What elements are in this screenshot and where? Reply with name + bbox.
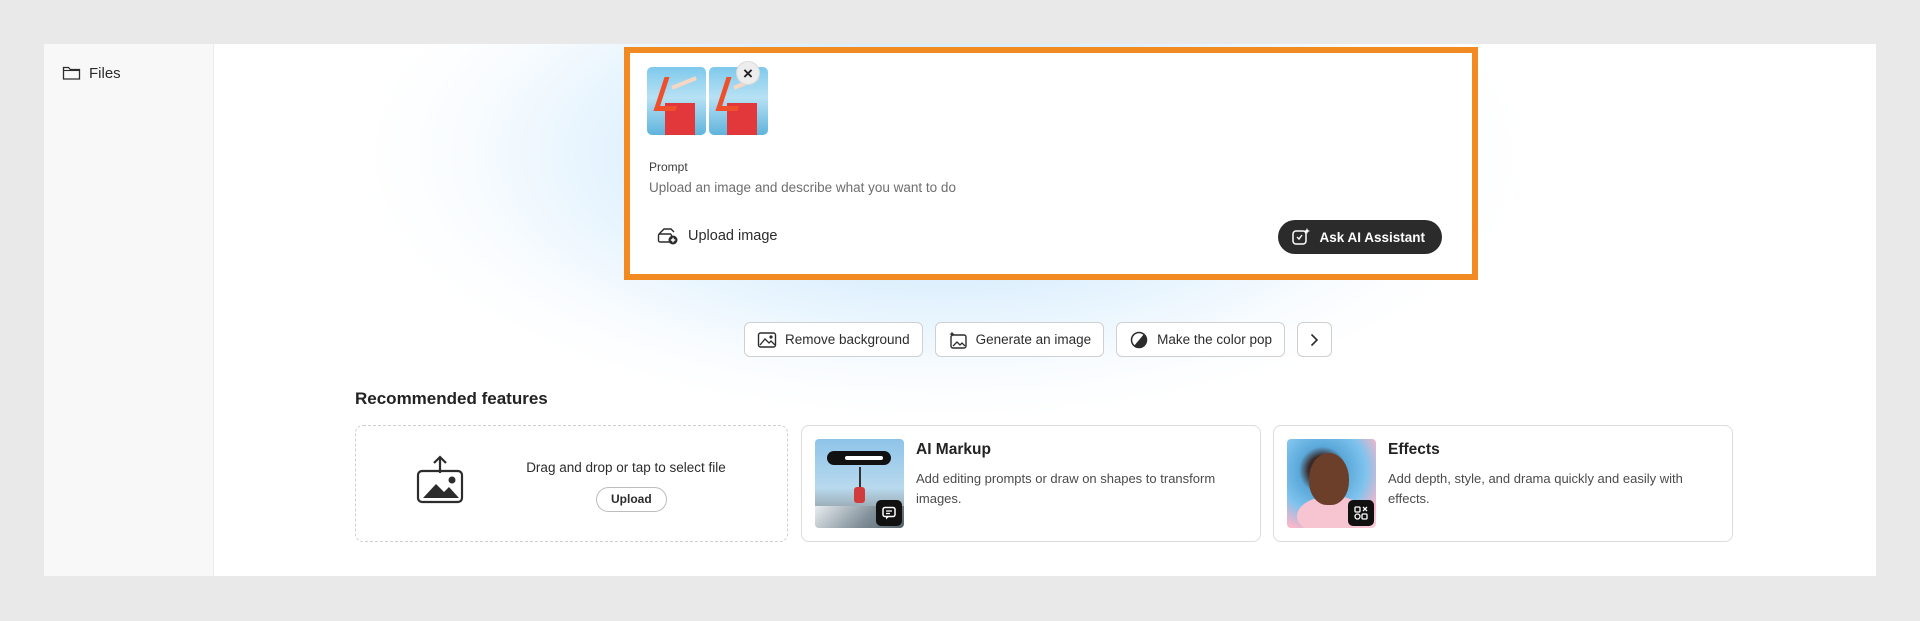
dropzone-text: Drag and drop or tap to select file bbox=[526, 460, 726, 475]
color-pop-icon bbox=[1130, 331, 1148, 348]
feature-card-effects[interactable]: Effects Add depth, style, and drama quic… bbox=[1273, 425, 1733, 542]
prompt-label: Prompt bbox=[649, 160, 688, 174]
effects-icon bbox=[1348, 500, 1374, 526]
feature-title: AI Markup bbox=[916, 441, 991, 458]
effects-image bbox=[1287, 439, 1376, 528]
ask-ai-assistant-button[interactable]: Ask AI Assistant bbox=[1278, 220, 1442, 254]
app-window: Files × Prompt Upload an image and descr… bbox=[44, 44, 1876, 576]
recommended-features-title: Recommended features bbox=[355, 389, 548, 408]
remove-background-chip[interactable]: Remove background bbox=[744, 322, 923, 357]
folder-icon bbox=[62, 66, 81, 80]
upload-button[interactable]: Upload bbox=[596, 487, 667, 512]
upload-image-label: Upload image bbox=[688, 228, 778, 244]
feature-description: Add depth, style, and drama quickly and … bbox=[1388, 471, 1683, 506]
chip-label: Generate an image bbox=[975, 332, 1092, 347]
sidebar-item-label: Files bbox=[89, 64, 121, 82]
sidebar-item-files[interactable]: Files bbox=[62, 62, 213, 84]
next-actions-button[interactable] bbox=[1296, 322, 1332, 357]
main-content: × Prompt Upload image Ask AI Assistan bbox=[214, 44, 1876, 576]
generate-image-icon bbox=[948, 331, 967, 349]
sidebar: Files bbox=[44, 44, 214, 576]
chip-label: Remove background bbox=[785, 332, 910, 347]
remove-background-icon bbox=[757, 331, 777, 348]
prompt-input[interactable] bbox=[649, 177, 1349, 197]
close-icon[interactable]: × bbox=[736, 61, 760, 85]
generate-image-chip[interactable]: Generate an image bbox=[934, 322, 1105, 357]
prompt-card: × Prompt Upload image Ask AI Assistan bbox=[624, 47, 1478, 280]
chip-label: Make the color pop bbox=[1157, 332, 1272, 347]
feature-title: Effects bbox=[1388, 441, 1440, 458]
feature-card-ai-markup[interactable]: AI Markup Add editing prompts or draw on… bbox=[801, 425, 1261, 542]
upload-file-icon bbox=[416, 455, 464, 504]
feature-description: Add editing prompts or draw on shapes to… bbox=[916, 471, 1216, 506]
upload-image-button[interactable]: Upload image bbox=[657, 226, 777, 246]
comment-icon bbox=[876, 500, 902, 526]
ai-markup-image bbox=[815, 439, 904, 528]
image-thumbnail[interactable] bbox=[647, 67, 706, 135]
file-dropzone[interactable]: Drag and drop or tap to select file Uplo… bbox=[355, 425, 788, 542]
quick-actions: Remove background Generate an image Make… bbox=[744, 322, 1332, 357]
ai-assistant-icon bbox=[1292, 228, 1311, 245]
ask-ai-assistant-label: Ask AI Assistant bbox=[1319, 229, 1425, 245]
color-pop-chip[interactable]: Make the color pop bbox=[1116, 322, 1285, 357]
upload-image-icon bbox=[657, 228, 678, 245]
chevron-right-icon bbox=[1311, 333, 1319, 346]
